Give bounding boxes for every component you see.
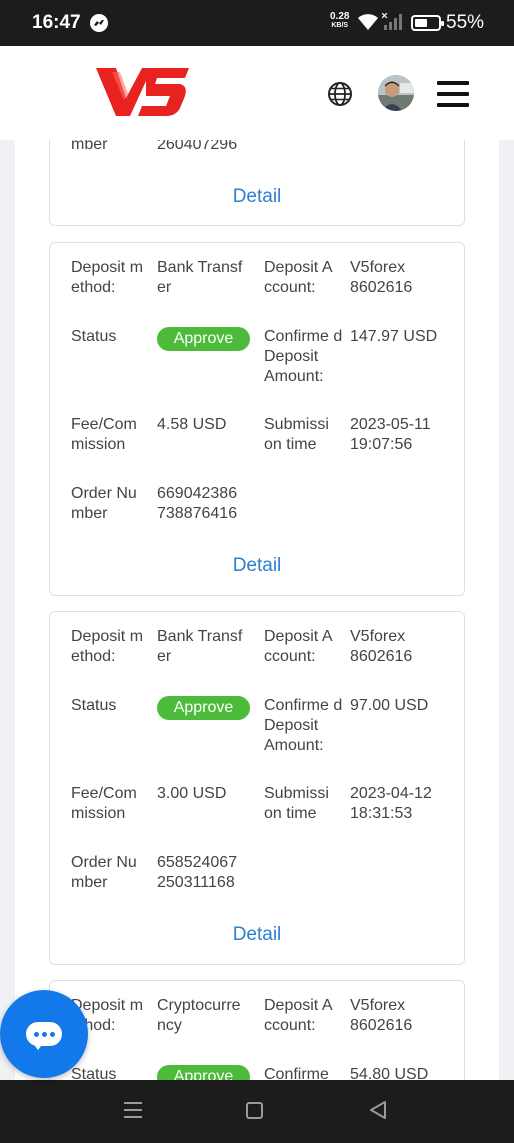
deposit-card: Deposit m ethod: Cryptocurre ncy Deposit…: [49, 980, 465, 1080]
status-label: Status: [71, 1066, 117, 1080]
fee-value: 3.00 USD: [157, 785, 227, 802]
fee-value: 4.58 USD: [157, 416, 227, 433]
confirmed-amount-label: Confirme: [264, 1066, 329, 1080]
speed-value: 0.28: [330, 11, 350, 22]
detail-link[interactable]: Detail: [50, 555, 464, 577]
speed-unit: KB/S: [331, 22, 349, 29]
status-badge: Approve: [157, 1065, 250, 1080]
globe-icon[interactable]: [327, 81, 353, 107]
deposit-method-value: Cryptocurre ncy: [157, 997, 241, 1034]
back-icon[interactable]: [368, 1100, 388, 1120]
messenger-icon: [90, 14, 108, 32]
deposit-account-value: V5forex 8602616: [350, 259, 413, 296]
status-bar: 16:47 0.28 KB/S 55%: [0, 0, 514, 46]
deposit-account-value: V5forex 8602616: [350, 997, 413, 1034]
order-number-label: Order Nu mber: [71, 854, 137, 891]
deposit-method-value: Bank Transf er: [157, 628, 243, 665]
deposit-account-value: V5forex 8602616: [350, 628, 413, 665]
home-icon[interactable]: [246, 1102, 263, 1119]
order-number-label: mber: [71, 140, 108, 153]
detail-link[interactable]: Detail: [50, 186, 464, 208]
order-number-value: 260407296: [157, 140, 238, 153]
battery-icon: [411, 15, 444, 31]
deposit-account-label: Deposit A ccount:: [264, 997, 332, 1034]
signal-icon: [382, 13, 402, 30]
status-badge: Approve: [157, 327, 250, 351]
submission-time-value: 2023-05-11 19:07:56: [350, 416, 431, 453]
chat-support-button[interactable]: [0, 990, 88, 1078]
deposit-method-label: Deposit m ethod:: [71, 259, 144, 296]
submission-time-label: Submissi on time: [264, 785, 329, 822]
system-nav-bar: [0, 1080, 514, 1143]
confirmed-amount-label: Confirme d Deposit Amount:: [264, 697, 343, 754]
status-badge: Approve: [157, 696, 250, 720]
status-time: 16:47: [32, 12, 81, 33]
v5-logo[interactable]: [94, 66, 190, 120]
confirmed-amount-label: Confirme d Deposit Amount:: [264, 328, 343, 385]
deposit-account-label: Deposit A ccount:: [264, 628, 332, 665]
fee-label: Fee/Com mission: [71, 785, 137, 822]
order-number-value: 669042386 738876416: [157, 485, 238, 522]
chat-icon: [26, 1022, 62, 1050]
hamburger-menu-icon[interactable]: [437, 81, 469, 107]
app-header: [0, 46, 514, 140]
network-speed: 0.28 KB/S: [330, 12, 349, 30]
fee-label: Fee/Com mission: [71, 416, 137, 453]
status-label: Status: [71, 697, 117, 714]
status-label: Status: [71, 328, 117, 345]
detail-link[interactable]: Detail: [50, 924, 464, 946]
wifi-icon: [358, 14, 378, 30]
confirmed-amount-value: 97.00 USD: [350, 697, 429, 714]
deposit-card: Deposit m ethod: Bank Transf er Deposit …: [49, 242, 465, 596]
deposit-account-label: Deposit A ccount:: [264, 259, 332, 296]
submission-time-label: Submissi on time: [264, 416, 329, 453]
deposit-history-list: mber 260407296 Detail Deposit m ethod: B…: [15, 140, 499, 1080]
avatar[interactable]: [378, 75, 414, 111]
order-number-label: Order Nu mber: [71, 485, 137, 522]
deposit-method-label: Deposit m ethod:: [71, 628, 144, 665]
submission-time-value: 2023-04-12 18:31:53: [350, 785, 432, 822]
deposit-card: mber 260407296 Detail: [49, 140, 465, 226]
battery-percent: 55%: [446, 12, 485, 33]
recent-apps-icon[interactable]: [124, 1102, 142, 1118]
confirmed-amount-value: 147.97 USD: [350, 328, 438, 345]
confirmed-amount-value: 54.80 USD: [350, 1066, 429, 1080]
order-number-value: 658524067 250311168: [157, 854, 238, 891]
deposit-card: Deposit m ethod: Bank Transf er Deposit …: [49, 611, 465, 965]
deposit-method-value: Bank Transf er: [157, 259, 243, 296]
